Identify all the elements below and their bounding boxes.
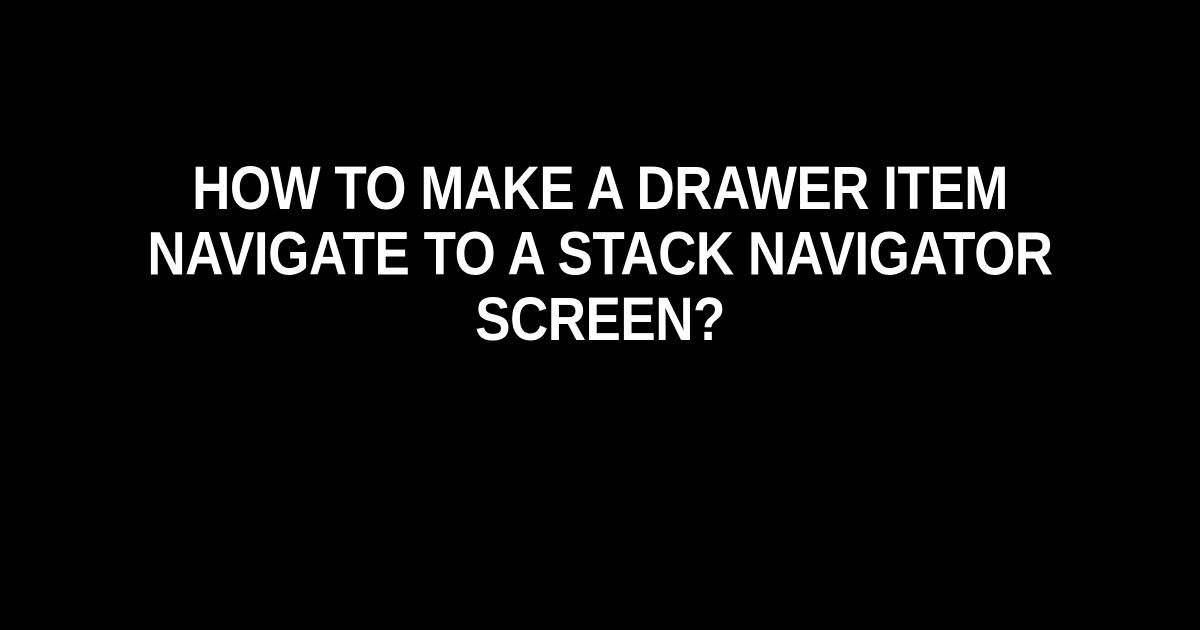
title-container: How to Make a Drawer Item Navigate to a … xyxy=(0,169,1200,341)
page-title: How to Make a Drawer Item Navigate to a … xyxy=(60,156,1140,353)
